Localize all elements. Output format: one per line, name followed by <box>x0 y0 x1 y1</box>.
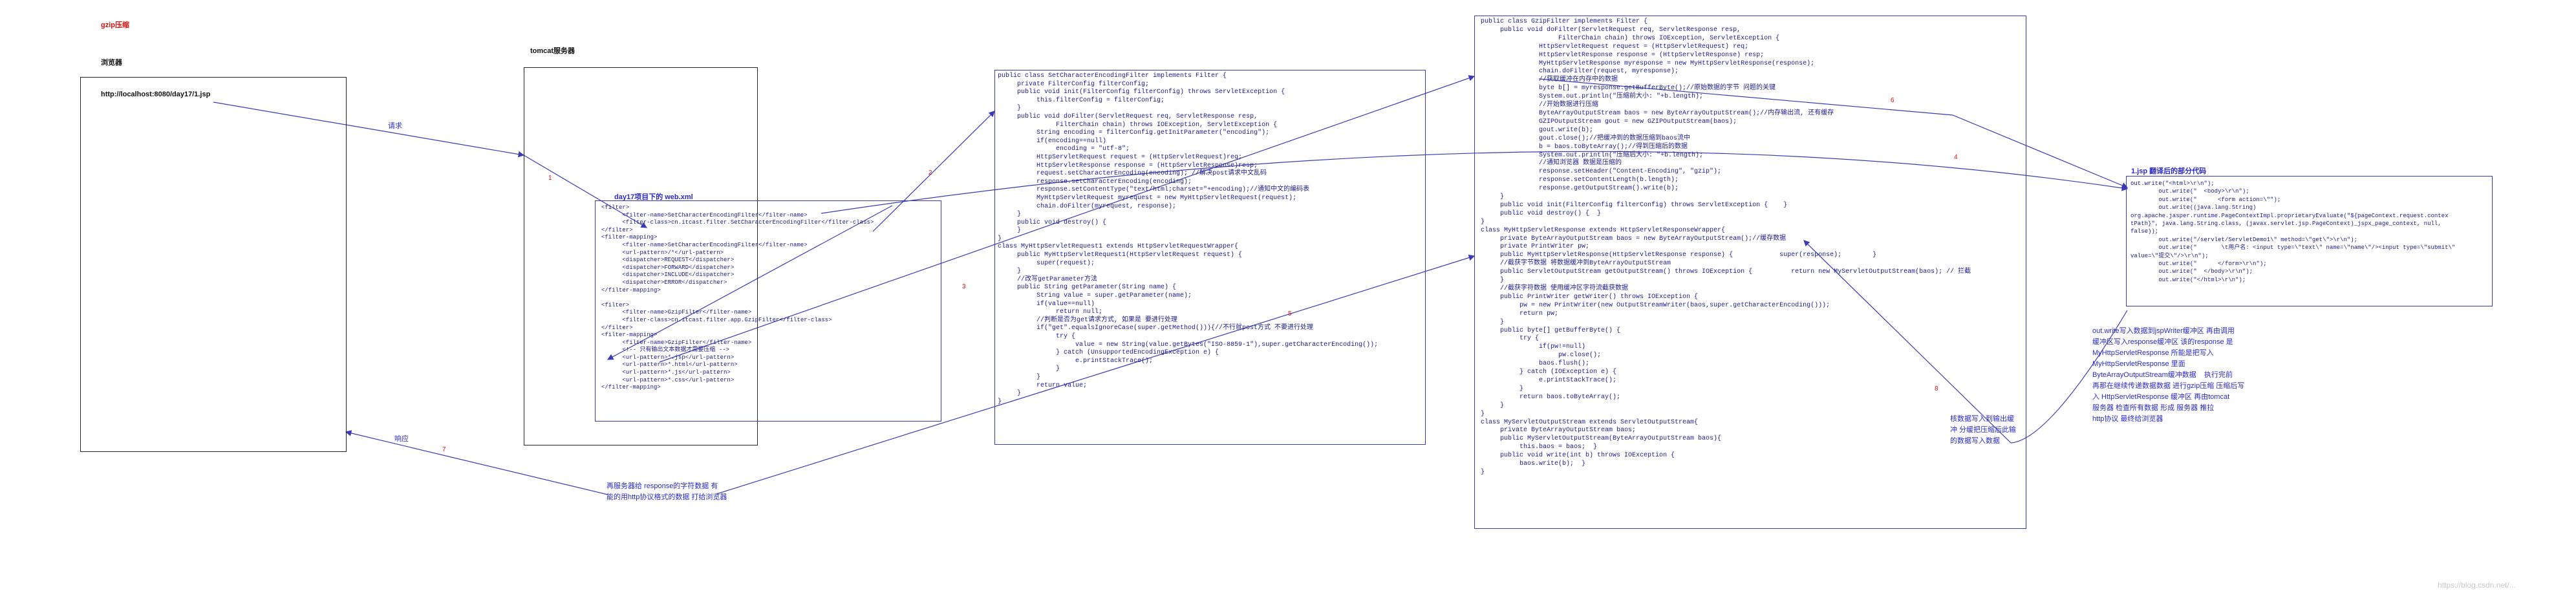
step-number: 7 <box>442 446 446 453</box>
step-number: 5 <box>1288 310 1292 317</box>
jsp-title: 1.jsp 翻译后的部分代码 <box>2131 167 2207 175</box>
webxml-code: <filter> <filter-name>SetCharacterEncodi… <box>601 204 874 391</box>
step-number: 8 <box>1935 385 1938 392</box>
browser-box <box>80 77 347 452</box>
browser-url: http://localhost:8080/day17/1.jsp <box>101 91 211 98</box>
jsp-code: out.write("<html>\r\n"); out.write(" <bo… <box>2131 180 2456 283</box>
response-label: 响应 <box>394 435 409 443</box>
watermark: https://blog.csdn.net/... <box>2438 581 2516 590</box>
encoding-filter-code: public class SetCharacterEncodingFilter … <box>998 72 1379 405</box>
gzip-title: gzip压缩 <box>101 21 129 29</box>
browser-title: 浏览器 <box>101 59 122 67</box>
step-number: 4 <box>1954 154 1958 161</box>
step-number: 1 <box>548 175 552 182</box>
step-number: 3 <box>962 283 966 290</box>
browser-note: 再服务器给 response的字符数据 有 能的用http协议格式的数据 打给浏… <box>606 482 727 501</box>
tomcat-title: tomcat服务器 <box>530 47 575 55</box>
gzip-note: 核数据写入到输出缓 冲 分缓把压缩后此输 的数据写入数据 <box>1950 415 2017 445</box>
request-label: 请求 <box>388 122 402 130</box>
step-number: 6 <box>1891 97 1894 104</box>
step-number: 2 <box>928 169 932 177</box>
gzip-filter-code: public class GzipFilter implements Filte… <box>1481 18 1971 476</box>
jsp-note: out.write写入数据到jspWriter缓冲区 再由调用 缓冲区写入res… <box>2092 327 2245 423</box>
